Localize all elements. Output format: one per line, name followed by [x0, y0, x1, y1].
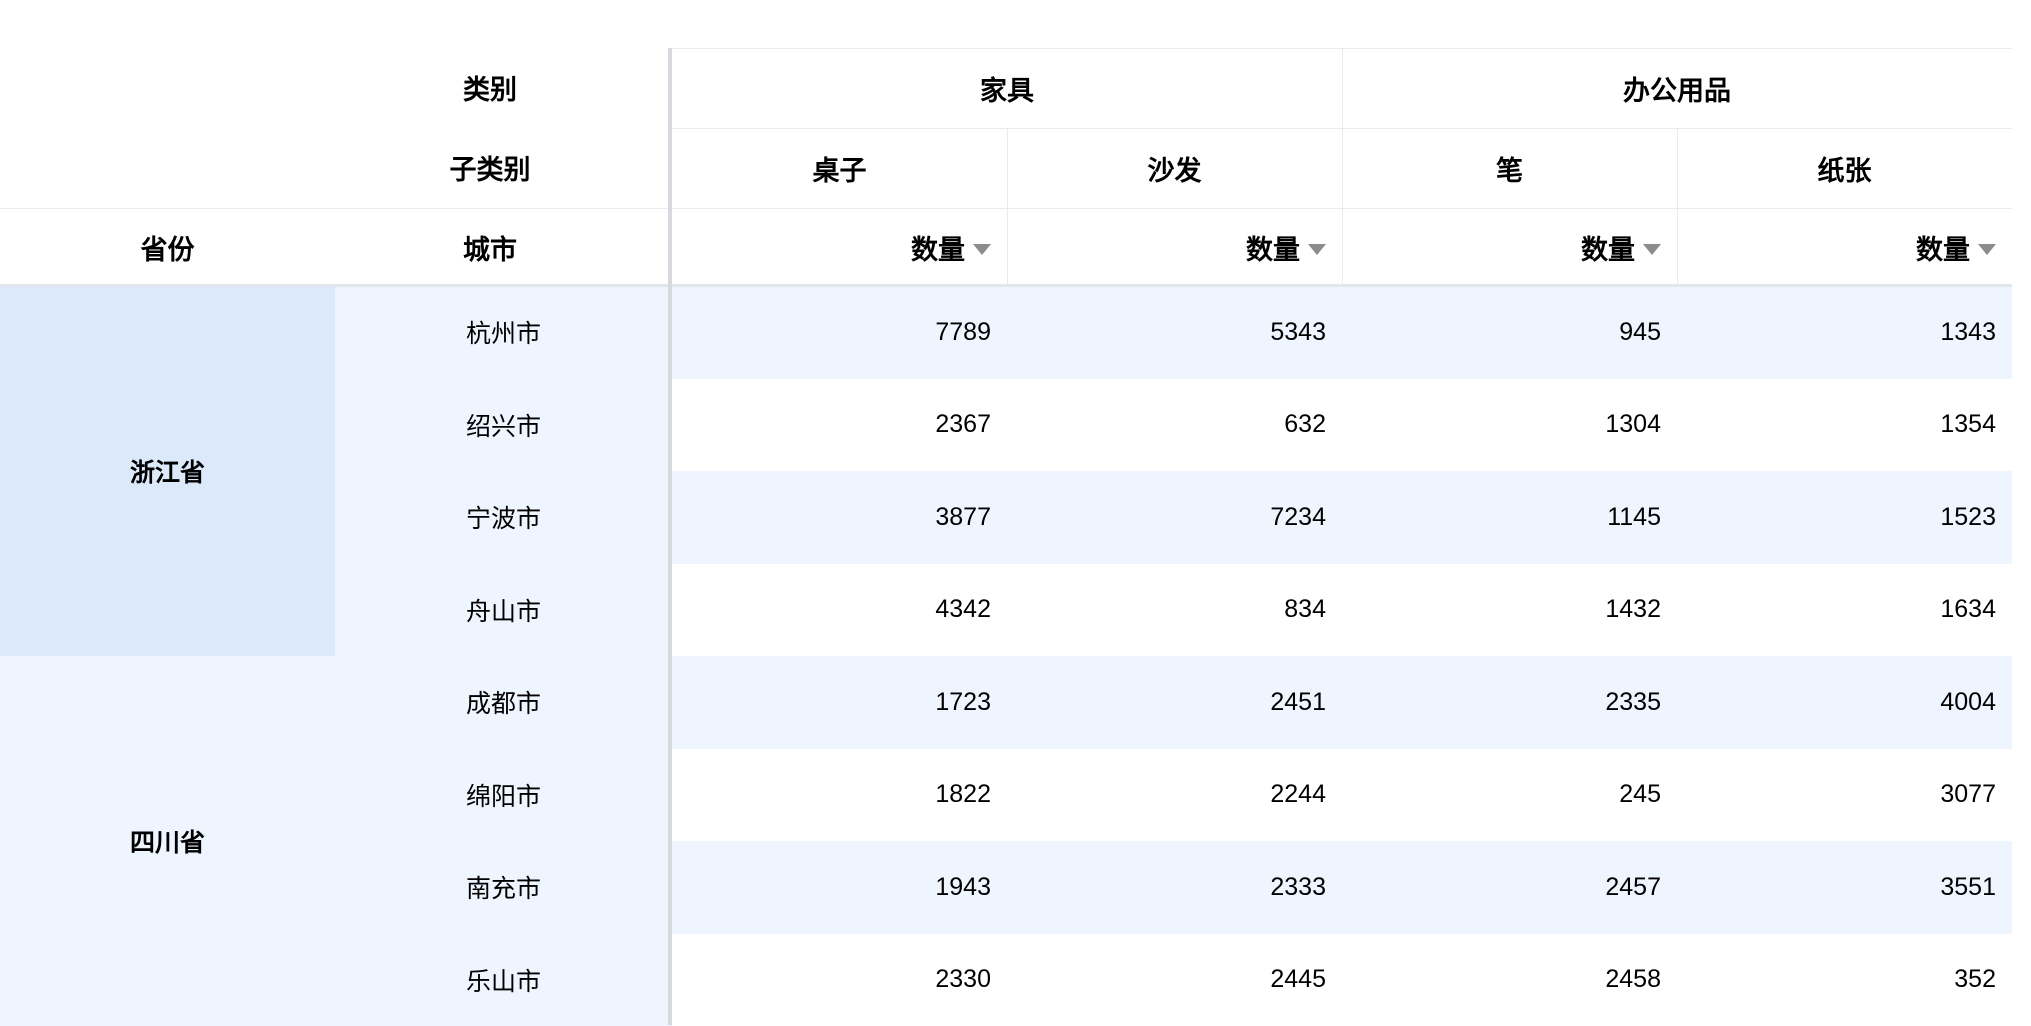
data-cell[interactable]: 2335 [1342, 656, 1677, 749]
sort-dropdown-icon[interactable] [1978, 244, 1996, 255]
data-cell[interactable]: 1343 [1677, 286, 2012, 379]
data-cell[interactable]: 1304 [1342, 379, 1677, 472]
column-header-measure[interactable]: 数量 [672, 208, 1007, 286]
data-cell[interactable]: 834 [1007, 564, 1342, 657]
data-cell[interactable]: 245 [1342, 749, 1677, 842]
column-header-subcategory[interactable]: 笔 [1342, 128, 1677, 208]
corner-province-label[interactable]: 省份 [0, 208, 335, 286]
data-cell[interactable]: 1523 [1677, 471, 2012, 564]
data-cell[interactable]: 1634 [1677, 564, 2012, 657]
data-cell[interactable]: 2367 [672, 379, 1007, 472]
header-vdivider [1677, 128, 1678, 286]
data-cell[interactable]: 945 [1342, 286, 1677, 379]
data-cell[interactable]: 3877 [672, 471, 1007, 564]
data-cell[interactable]: 352 [1677, 934, 2012, 1026]
column-header-measure[interactable]: 数量 [1342, 208, 1677, 286]
data-cell[interactable]: 1943 [672, 841, 1007, 934]
data-cell[interactable]: 1145 [1342, 471, 1677, 564]
row-header-city[interactable]: 绵阳市 [335, 749, 672, 842]
data-cell[interactable]: 1432 [1342, 564, 1677, 657]
row-header-city[interactable]: 杭州市 [335, 286, 672, 379]
row-header-city[interactable]: 宁波市 [335, 471, 672, 564]
data-cell[interactable]: 2451 [1007, 656, 1342, 749]
data-cell[interactable]: 2244 [1007, 749, 1342, 842]
data-cell[interactable]: 3077 [1677, 749, 2012, 842]
data-cell[interactable]: 7789 [672, 286, 1007, 379]
data-cell[interactable]: 2445 [1007, 934, 1342, 1026]
data-cell[interactable]: 2458 [1342, 934, 1677, 1026]
data-cell[interactable]: 4342 [672, 564, 1007, 657]
row-header-province[interactable]: 浙江省 [0, 286, 335, 656]
corner-category-label: 类别 [335, 48, 645, 126]
row-header-city[interactable]: 舟山市 [335, 564, 672, 657]
corner-city-label[interactable]: 城市 [335, 208, 645, 286]
sort-dropdown-icon[interactable] [973, 244, 991, 255]
measure-label: 数量 [1581, 228, 1635, 267]
column-header-measure[interactable]: 数量 [1007, 208, 1342, 286]
pivot-table: 类别 子类别 省份 城市 家具桌子数量 沙发数量 办公用品笔数量 纸张数量浙江省杭州市… [0, 0, 2031, 1025]
row-header-city[interactable]: 绍兴市 [335, 379, 672, 472]
data-cell[interactable]: 2333 [1007, 841, 1342, 934]
data-cell[interactable]: 7234 [1007, 471, 1342, 564]
corner-subcategory-label: 子类别 [335, 128, 645, 206]
frozen-column-divider [668, 48, 672, 1025]
measure-label: 数量 [1246, 228, 1300, 267]
column-header-subcategory[interactable]: 纸张 [1677, 128, 2012, 208]
data-cell[interactable]: 5343 [1007, 286, 1342, 379]
data-cell[interactable]: 2457 [1342, 841, 1677, 934]
header-vdivider [1342, 48, 1343, 286]
data-cell[interactable]: 632 [1007, 379, 1342, 472]
measure-label: 数量 [1916, 228, 1970, 267]
header-divider [0, 208, 2012, 209]
sort-dropdown-icon[interactable] [1643, 244, 1661, 255]
data-cell[interactable]: 2330 [672, 934, 1007, 1026]
data-cell[interactable]: 1723 [672, 656, 1007, 749]
row-header-province[interactable]: 四川省 [0, 656, 335, 1026]
measure-label: 数量 [911, 228, 965, 267]
data-cell[interactable]: 4004 [1677, 656, 2012, 749]
row-header-city[interactable]: 南充市 [335, 841, 672, 934]
data-cell[interactable]: 1822 [672, 749, 1007, 842]
row-header-city[interactable]: 乐山市 [335, 934, 672, 1026]
header-vdivider [1007, 128, 1008, 286]
column-header-subcategory[interactable]: 桌子 [672, 128, 1007, 208]
data-cell[interactable]: 1354 [1677, 379, 2012, 472]
data-cell[interactable]: 3551 [1677, 841, 2012, 934]
column-header-category[interactable]: 办公用品 [1342, 48, 2012, 128]
column-header-measure[interactable]: 数量 [1677, 208, 2012, 286]
sort-dropdown-icon[interactable] [1308, 244, 1326, 255]
header-divider [0, 284, 2012, 287]
row-header-city[interactable]: 成都市 [335, 656, 672, 749]
column-header-category[interactable]: 家具 [672, 48, 1342, 128]
column-header-subcategory[interactable]: 沙发 [1007, 128, 1342, 208]
